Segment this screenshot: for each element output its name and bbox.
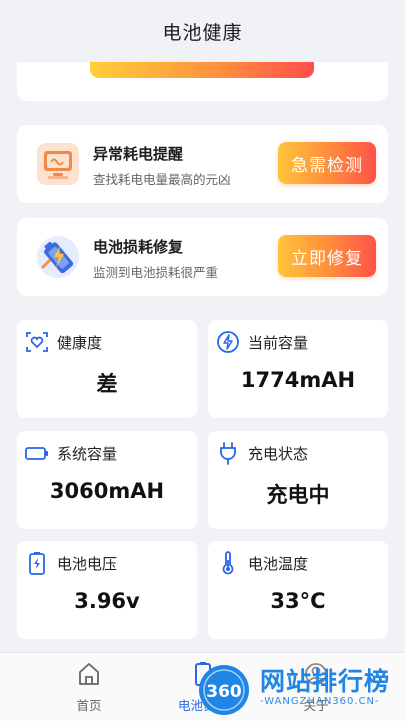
battery-repair-card[interactable]: 电池损耗修复 监测到电池损耗很严重 立即修复 (17, 218, 388, 296)
page-title: 电池健康 (162, 21, 243, 44)
abnormal-drain-title: 异常耗电提醒 (93, 145, 184, 163)
tab-home-label: 首页 (76, 698, 102, 713)
stat-temperature: 电池温度 33°C (208, 541, 388, 639)
urgent-check-button[interactable]: 急需检测 (278, 142, 376, 184)
abnormal-drain-card[interactable]: 异常耗电提醒 查找耗电电量最高的元凶 急需检测 (17, 125, 388, 203)
stat-value: 3.96v (74, 589, 140, 613)
stat-label: 健康度 (57, 334, 103, 352)
stat-value: 充电中 (266, 483, 330, 507)
battery-repair-icon (37, 236, 79, 278)
watermark-badge: 360 (206, 682, 242, 702)
stat-label: 当前容量 (248, 334, 309, 352)
battery-level-card (17, 62, 388, 101)
stat-value: 3060mAH (49, 479, 165, 503)
stat-system-capacity: 系统容量 3060mAH (17, 431, 197, 529)
tab-home[interactable]: 首页 (29, 653, 149, 721)
battery-level-bar (90, 62, 314, 78)
stat-value: 差 (96, 372, 118, 396)
battery-icon (25, 447, 48, 460)
lightning-icon (217, 331, 239, 353)
app-header: 电池健康 (0, 0, 405, 62)
watermark-logo: 360 (199, 665, 249, 715)
battery-repair-desc: 监测到电池损耗很严重 (93, 265, 219, 280)
stat-label: 电池电压 (57, 555, 118, 573)
thermometer-icon (222, 551, 234, 575)
stat-current-capacity: 当前容量 1774mAH (208, 320, 388, 418)
stat-label: 充电状态 (248, 445, 309, 463)
battery-bolt-icon (29, 552, 45, 575)
stat-label: 系统容量 (57, 445, 118, 463)
heart-scan-icon (26, 332, 48, 352)
stat-charging-status: 充电状态 充电中 (208, 431, 388, 529)
stat-health: 健康度 差 (17, 320, 197, 418)
watermark-subtext: -WANGZHAN360.CN- (260, 696, 380, 707)
stat-voltage: 电池电压 3.96v (17, 541, 197, 639)
stat-value: 1774mAH (240, 368, 356, 392)
home-icon (79, 663, 99, 685)
stat-value: 33°C (270, 589, 326, 613)
repair-now-button[interactable]: 立即修复 (278, 235, 376, 277)
site-watermark: 360 网站排行榜 -WANGZHAN360.CN- (198, 660, 405, 718)
stat-label: 电池温度 (248, 555, 309, 573)
screen-warning-icon (37, 143, 79, 185)
watermark-text: 网站排行榜 (260, 667, 391, 696)
plug-icon (220, 442, 236, 465)
abnormal-drain-desc: 查找耗电电量最高的元凶 (93, 172, 231, 187)
battery-repair-title: 电池损耗修复 (93, 238, 184, 256)
